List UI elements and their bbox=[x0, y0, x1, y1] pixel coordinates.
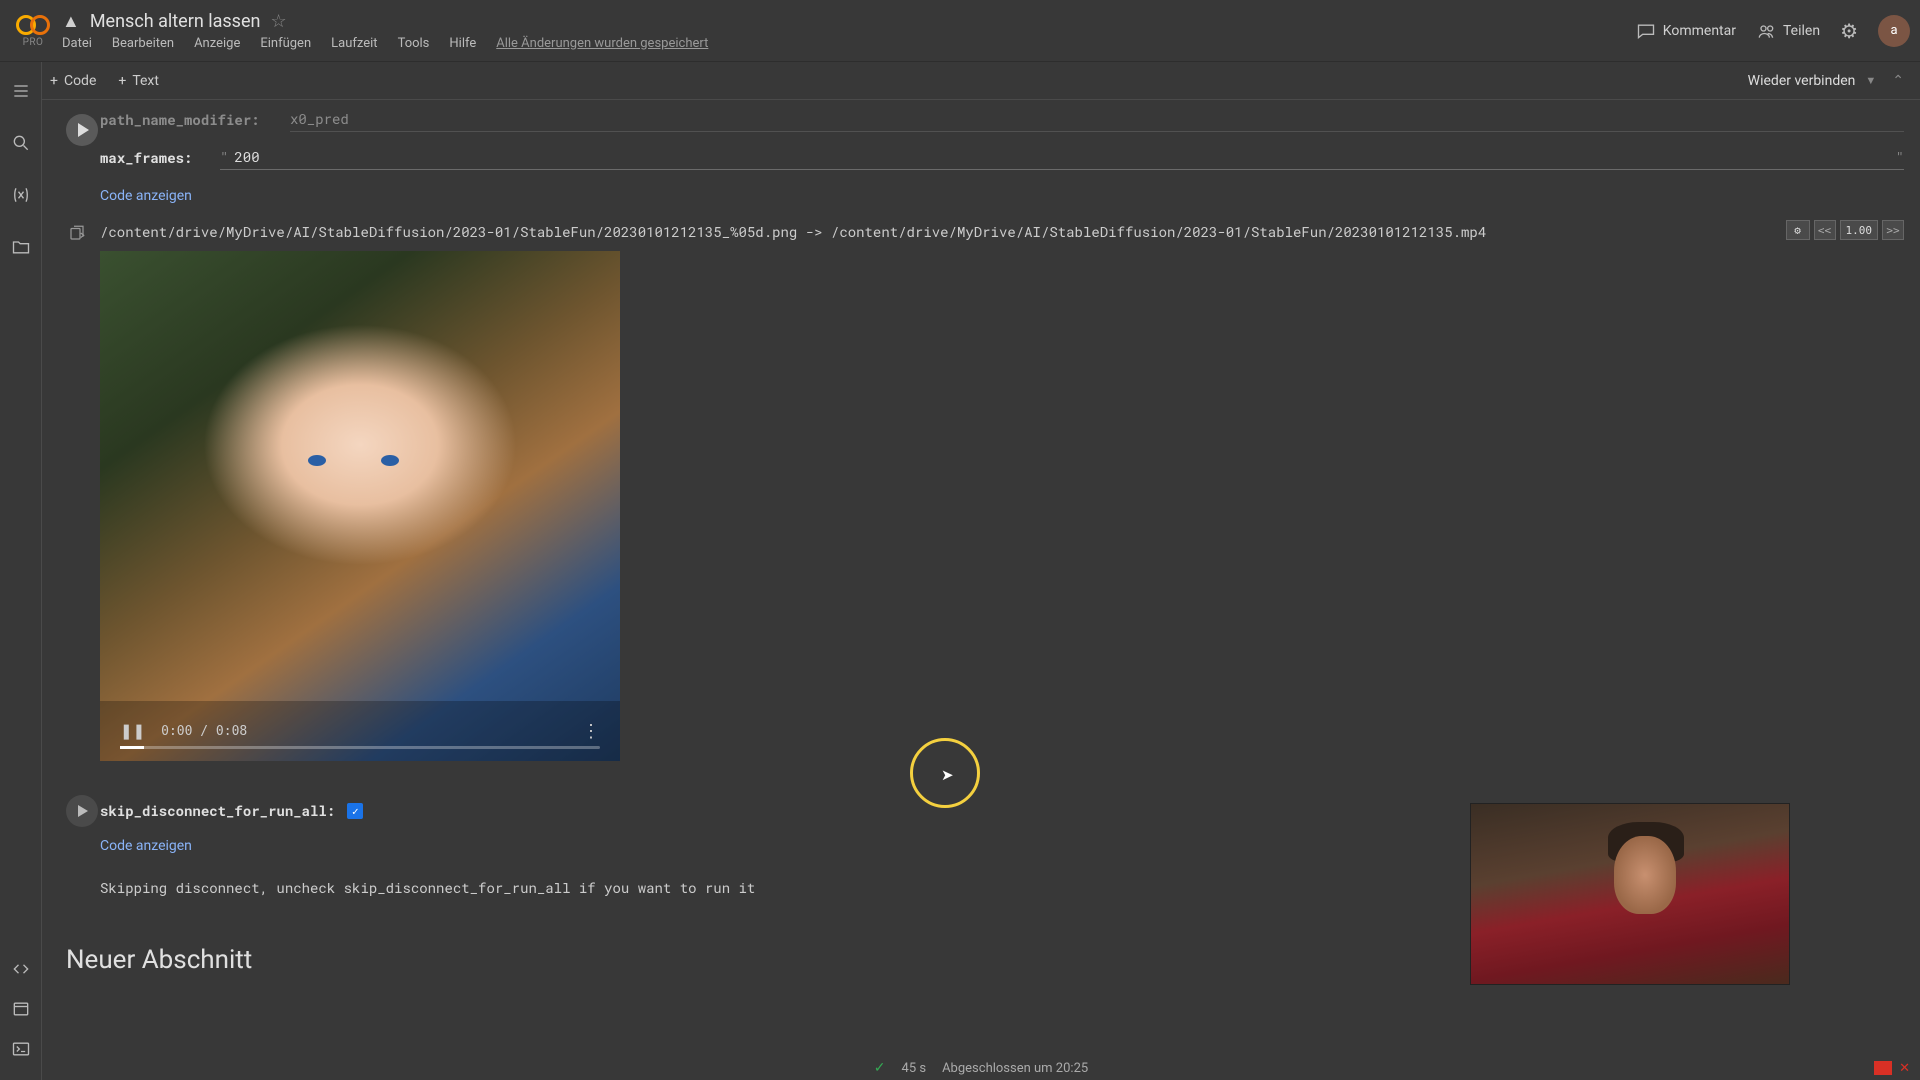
status-close-icon[interactable]: ✕ bbox=[1899, 1061, 1910, 1076]
star-icon[interactable]: ☆ bbox=[270, 11, 286, 32]
zoom-in-button[interactable]: >> bbox=[1882, 220, 1904, 240]
share-icon bbox=[1756, 21, 1776, 41]
max-frames-label: max_frames: bbox=[100, 148, 220, 167]
zoom-level: 1.00 bbox=[1840, 220, 1879, 240]
files-icon[interactable] bbox=[10, 236, 32, 258]
menu-tools[interactable]: Tools bbox=[398, 36, 430, 51]
output-path-text: /content/drive/MyDrive/AI/StableDiffusio… bbox=[100, 222, 1904, 241]
terminal-icon[interactable] bbox=[10, 1038, 32, 1060]
colab-logo[interactable]: PRO bbox=[16, 13, 50, 48]
add-code-button[interactable]: +Code bbox=[50, 73, 96, 89]
search-icon[interactable] bbox=[10, 132, 32, 154]
max-frames-input[interactable]: "200" bbox=[220, 144, 1904, 170]
output-gutter-icon[interactable] bbox=[66, 222, 88, 244]
pro-badge: PRO bbox=[23, 37, 44, 48]
output-zoom-controls: ⚙ << 1.00 >> bbox=[1786, 220, 1905, 240]
code-snippets-icon[interactable] bbox=[10, 958, 32, 980]
zoom-out-button[interactable]: << bbox=[1814, 220, 1836, 240]
video-progress[interactable] bbox=[120, 746, 600, 749]
status-error-badge[interactable] bbox=[1874, 1061, 1892, 1075]
menu-runtime[interactable]: Laufzeit bbox=[331, 36, 377, 51]
webcam-overlay bbox=[1470, 803, 1790, 985]
settings-icon[interactable]: ⚙ bbox=[1840, 19, 1858, 43]
reconnect-button[interactable]: Wieder verbinden ▼ bbox=[1748, 73, 1877, 89]
autosave-status[interactable]: Alle Änderungen wurden gespeichert bbox=[496, 36, 708, 51]
show-code-link-2[interactable]: Code anzeigen bbox=[100, 838, 192, 854]
form-cell: path_name_modifier: x0_pred max_frames: … bbox=[58, 100, 1904, 216]
output-settings-icon[interactable]: ⚙ bbox=[1786, 220, 1810, 240]
menu-bar: Datei Bearbeiten Anzeige Einfügen Laufze… bbox=[62, 36, 1636, 51]
run-cell-button-2[interactable] bbox=[66, 795, 98, 827]
add-text-button[interactable]: +Text bbox=[118, 73, 159, 89]
left-sidebar bbox=[0, 62, 42, 1080]
share-button[interactable]: Teilen bbox=[1756, 21, 1820, 41]
status-duration: 45 s bbox=[902, 1061, 927, 1076]
drive-icon: ▲ bbox=[62, 11, 80, 32]
video-menu-icon[interactable]: ⋮ bbox=[582, 721, 600, 742]
notebook-title[interactable]: Mensch altern lassen bbox=[90, 11, 261, 32]
output-cell: ⚙ << 1.00 >> /content/drive/MyDrive/AI/S… bbox=[58, 222, 1904, 761]
path-modifier-label: path_name_modifier: bbox=[100, 110, 290, 129]
video-controls: ❚❚ 0:00 / 0:08 ⋮ bbox=[100, 701, 620, 761]
comment-icon bbox=[1636, 21, 1656, 41]
variables-icon[interactable] bbox=[10, 184, 32, 206]
status-check-icon: ✓ bbox=[874, 1060, 886, 1076]
menu-view[interactable]: Anzeige bbox=[194, 36, 240, 51]
menu-file[interactable]: Datei bbox=[62, 36, 92, 51]
status-bar: ✓ 45 s Abgeschlossen um 20:25 ✕ bbox=[42, 1056, 1920, 1080]
pause-icon[interactable]: ❚❚ bbox=[120, 722, 145, 740]
reconnect-dropdown-icon[interactable]: ▼ bbox=[1865, 74, 1876, 87]
video-time: 0:00 / 0:08 bbox=[161, 724, 247, 739]
user-avatar[interactable]: a bbox=[1878, 15, 1910, 47]
skip-disconnect-label: skip_disconnect_for_run_all: bbox=[100, 801, 335, 820]
menu-help[interactable]: Hilfe bbox=[449, 36, 476, 51]
notebook-toolbar: +Code +Text Wieder verbinden ▼ ⌃ bbox=[0, 62, 1920, 100]
app-header: PRO ▲ Mensch altern lassen ☆ Datei Bearb… bbox=[0, 0, 1920, 62]
menu-edit[interactable]: Bearbeiten bbox=[112, 36, 174, 51]
command-palette-icon[interactable] bbox=[10, 998, 32, 1020]
path-modifier-input[interactable]: x0_pred bbox=[290, 106, 1904, 132]
menu-insert[interactable]: Einfügen bbox=[260, 36, 311, 51]
skip-disconnect-checkbox[interactable]: ✓ bbox=[347, 803, 363, 819]
run-cell-button[interactable] bbox=[66, 114, 98, 146]
toc-icon[interactable] bbox=[10, 80, 32, 102]
video-output[interactable]: ❚❚ 0:00 / 0:08 ⋮ bbox=[100, 251, 620, 761]
status-completed: Abgeschlossen um 20:25 bbox=[942, 1061, 1088, 1076]
comment-button[interactable]: Kommentar bbox=[1636, 21, 1736, 41]
collapse-toolbar-icon[interactable]: ⌃ bbox=[1892, 73, 1904, 89]
show-code-link[interactable]: Code anzeigen bbox=[100, 188, 192, 204]
